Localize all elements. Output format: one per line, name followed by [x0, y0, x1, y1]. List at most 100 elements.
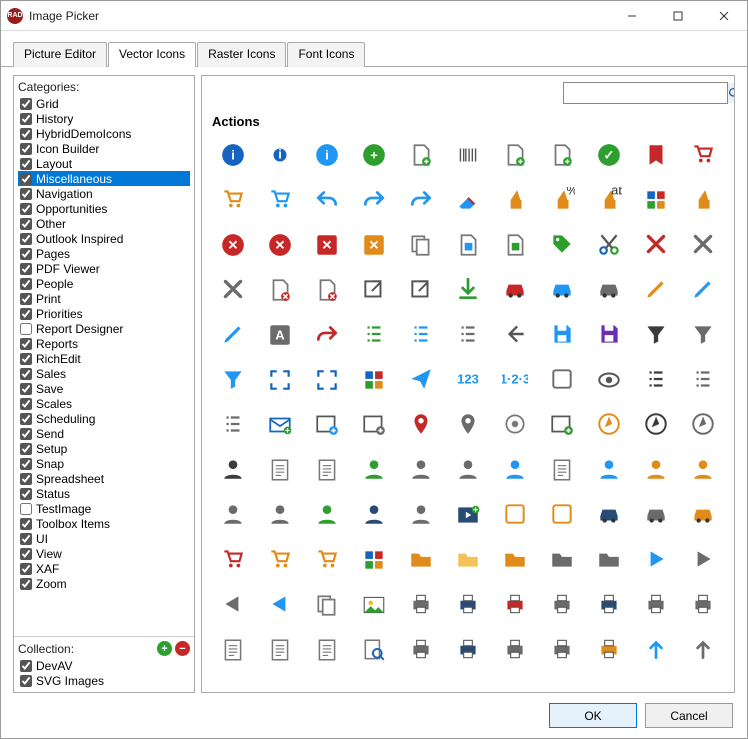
eye-icon[interactable] — [588, 360, 630, 400]
close-square-red-icon[interactable]: ✕ — [306, 225, 348, 265]
list-sm-icon[interactable] — [212, 405, 254, 445]
layout-copy-icon[interactable] — [541, 360, 583, 400]
category-item[interactable]: Priorities — [18, 306, 190, 321]
category-checkbox[interactable] — [20, 203, 32, 215]
category-item[interactable]: Grid — [18, 96, 190, 111]
download-green-icon[interactable] — [447, 270, 489, 310]
category-checkbox[interactable] — [20, 173, 32, 185]
save-pink-icon[interactable] — [541, 315, 583, 355]
car-gray-icon[interactable] — [588, 270, 630, 310]
fullscreen-icon[interactable] — [259, 360, 301, 400]
user-star2-icon[interactable] — [635, 450, 677, 490]
category-item[interactable]: Layout — [18, 156, 190, 171]
num-123-icon[interactable]: 123 — [447, 360, 489, 400]
add-document-icon[interactable] — [400, 135, 442, 175]
page-blank2-icon[interactable] — [306, 450, 348, 490]
tab-picture-editor[interactable]: Picture Editor — [13, 42, 107, 67]
category-checkbox[interactable] — [20, 473, 32, 485]
category-item[interactable]: Zoom — [18, 576, 190, 591]
location-circle-icon[interactable] — [494, 405, 536, 445]
category-checkbox[interactable] — [20, 338, 32, 350]
tab-raster-icons[interactable]: Raster Icons — [197, 42, 286, 67]
doc-zoom-icon[interactable] — [353, 630, 395, 670]
panel-add-icon[interactable] — [306, 405, 348, 445]
folder-gray-icon[interactable] — [541, 540, 583, 580]
open-external-icon[interactable] — [353, 270, 395, 310]
car-blue-icon[interactable] — [541, 270, 583, 310]
user-blue2-icon[interactable] — [588, 450, 630, 490]
folder-orange-icon[interactable] — [400, 540, 442, 580]
category-checkbox[interactable] — [20, 248, 32, 260]
page-blank-icon[interactable] — [259, 450, 301, 490]
prev-blue-icon[interactable] — [259, 585, 301, 625]
filter-dark-icon[interactable] — [635, 315, 677, 355]
open-external-sm-icon[interactable] — [400, 270, 442, 310]
folder-open-icon[interactable] — [447, 540, 489, 580]
doc-lines2-icon[interactable] — [259, 630, 301, 670]
media-green-icon[interactable] — [447, 495, 489, 535]
page-add-icon[interactable] — [494, 135, 536, 175]
mail-add-icon[interactable] — [259, 405, 301, 445]
redo-alt-icon[interactable] — [400, 180, 442, 220]
panel-orange-icon[interactable] — [494, 495, 536, 535]
bookmark-icon[interactable] — [635, 135, 677, 175]
category-checkbox[interactable] — [20, 188, 32, 200]
printer-star-icon[interactable] — [541, 630, 583, 670]
prev-gray-icon[interactable] — [212, 585, 254, 625]
category-item[interactable]: RichEdit — [18, 351, 190, 366]
category-checkbox[interactable] — [20, 518, 32, 530]
close-gray-icon[interactable] — [212, 270, 254, 310]
tab-vector-icons[interactable]: Vector Icons — [108, 42, 196, 67]
panel-add-red-icon[interactable] — [353, 405, 395, 445]
user-doc-icon[interactable] — [400, 495, 442, 535]
delete-x-red-icon[interactable] — [635, 225, 677, 265]
category-item[interactable]: Report Designer — [18, 321, 190, 336]
send-up-icon[interactable] — [635, 630, 677, 670]
category-checkbox[interactable] — [20, 308, 32, 320]
category-item[interactable]: Opportunities — [18, 201, 190, 216]
page-empty-icon[interactable] — [541, 450, 583, 490]
category-item[interactable]: Pages — [18, 246, 190, 261]
list-lines-gray-icon[interactable] — [682, 360, 724, 400]
close-circle-red2-icon[interactable]: ✕ — [259, 225, 301, 265]
category-item[interactable]: HybridDemoIcons — [18, 126, 190, 141]
category-item[interactable]: XAF — [18, 561, 190, 576]
user-gray2-icon[interactable] — [212, 495, 254, 535]
filter-gray-icon[interactable] — [682, 315, 724, 355]
chart-page-icon[interactable] — [447, 225, 489, 265]
category-item[interactable]: TestImage — [18, 501, 190, 516]
broom-ab-icon[interactable]: ab — [588, 180, 630, 220]
pencil-orange-icon[interactable] — [635, 270, 677, 310]
info-alt-icon[interactable]: i — [306, 135, 348, 175]
delete-x-gray-icon[interactable] — [682, 225, 724, 265]
close-square-orange-icon[interactable]: ✕ — [353, 225, 395, 265]
chart-star-icon[interactable] — [541, 495, 583, 535]
close-circle-red-icon[interactable]: ✕ — [212, 225, 254, 265]
compass-orange-icon[interactable] — [588, 405, 630, 445]
grid-edit-icon[interactable] — [353, 360, 395, 400]
tab-font-icons[interactable]: Font Icons — [287, 42, 365, 67]
page-close-icon[interactable] — [259, 270, 301, 310]
cancel-button[interactable]: Cancel — [645, 703, 733, 728]
printer-bolt-icon[interactable] — [588, 630, 630, 670]
category-checkbox[interactable] — [20, 158, 32, 170]
category-item[interactable]: Snap — [18, 456, 190, 471]
category-item[interactable]: Navigation — [18, 186, 190, 201]
category-item[interactable]: UI — [18, 531, 190, 546]
category-checkbox[interactable] — [20, 413, 32, 425]
broom-percent-icon[interactable]: % — [541, 180, 583, 220]
cart-plus-icon[interactable] — [212, 540, 254, 580]
collection-list[interactable]: DevAVSVG Images — [14, 658, 194, 688]
category-checkbox[interactable] — [20, 233, 32, 245]
category-item[interactable]: Miscellaneous — [18, 171, 190, 186]
category-checkbox[interactable] — [20, 278, 32, 290]
search-input[interactable] — [564, 83, 727, 103]
category-checkbox[interactable] — [20, 578, 32, 590]
category-item[interactable]: Send — [18, 426, 190, 441]
tiles-color-icon[interactable] — [635, 180, 677, 220]
erase-blue-icon[interactable] — [447, 180, 489, 220]
cart-orange-icon[interactable] — [212, 180, 254, 220]
money-page-icon[interactable] — [494, 225, 536, 265]
printer-cal2-icon[interactable] — [588, 585, 630, 625]
category-checkbox[interactable] — [20, 143, 32, 155]
